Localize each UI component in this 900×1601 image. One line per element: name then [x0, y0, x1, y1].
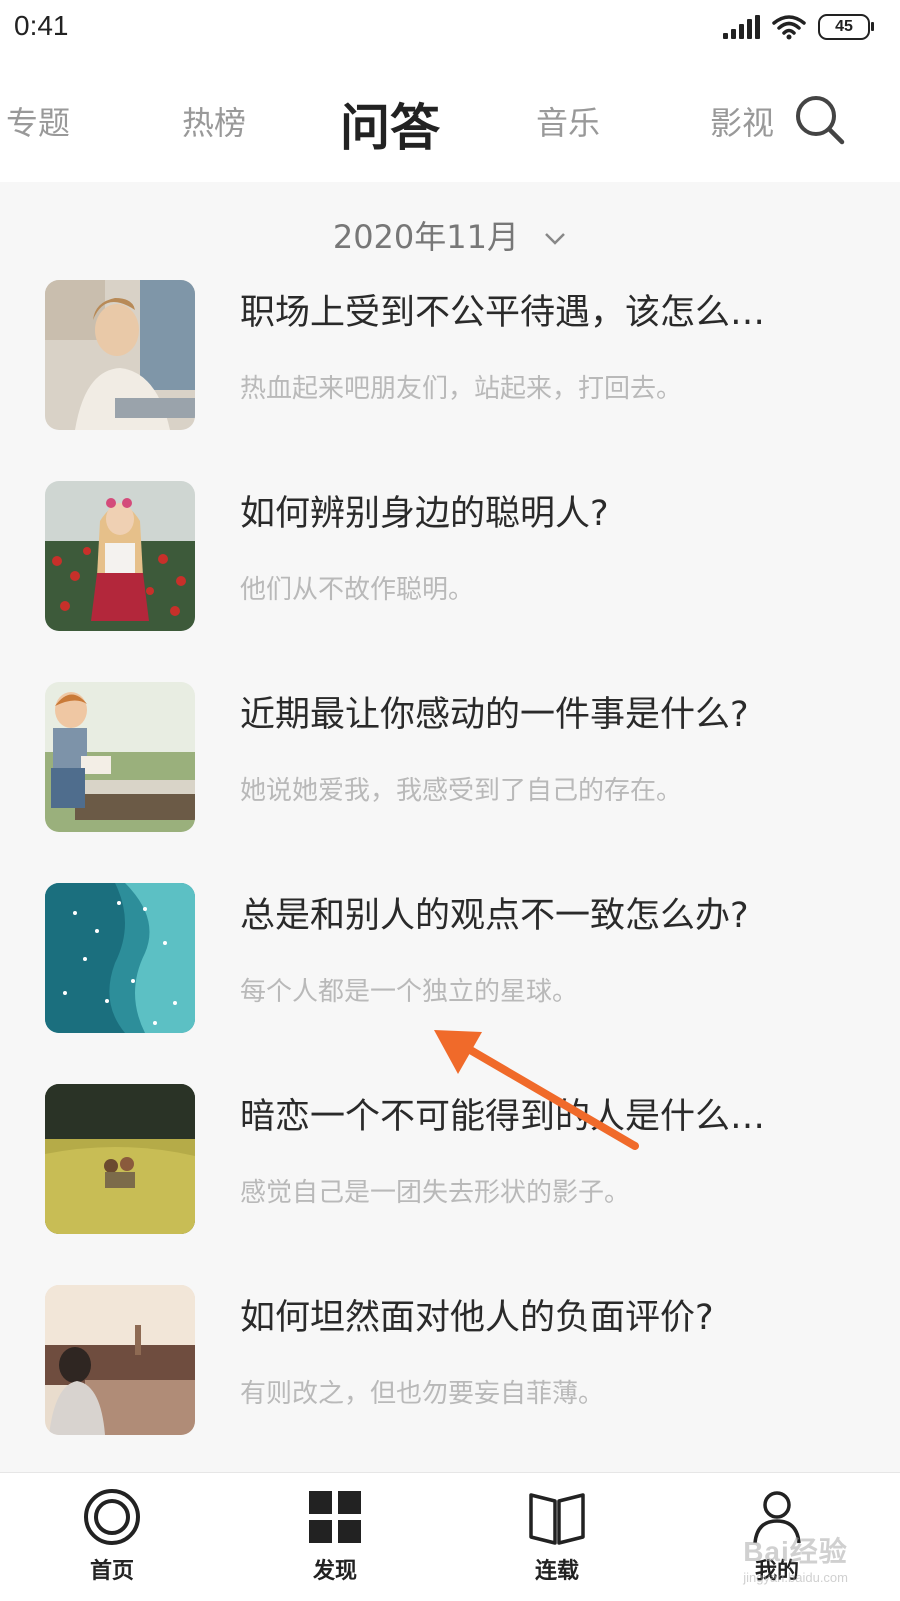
thumbnail-woman-city	[45, 1285, 195, 1435]
wifi-icon	[772, 15, 806, 40]
question-title[interactable]: 职场上受到不公平待遇，该怎么…	[240, 284, 840, 335]
tab-film[interactable]: 影视	[710, 98, 774, 144]
nav-serial-label: 连载	[534, 1559, 579, 1584]
status-icons: 45	[723, 14, 874, 40]
month-selector[interactable]: 2020年11月	[0, 212, 900, 258]
list-item[interactable]: 总是和别人的观点不一致怎么办? 每个人都是一个独立的星球。	[0, 883, 900, 1033]
question-subtitle: 有则改之，但也勿要妄自菲薄。	[240, 1379, 605, 1409]
status-bar: 0:41 45	[0, 0, 900, 62]
question-title[interactable]: 如何坦然面对他人的负面评价?	[240, 1289, 840, 1340]
book-icon	[529, 1493, 585, 1545]
watermark-text: Bai经验	[743, 1536, 848, 1567]
thumbnail-girl-flowers	[45, 481, 195, 631]
list-item[interactable]: 如何坦然面对他人的负面评价? 有则改之，但也勿要妄自菲薄。	[0, 1285, 900, 1435]
thumbnail-boy-bench	[45, 682, 195, 832]
question-subtitle: 每个人都是一个独立的星球。	[240, 977, 579, 1007]
search-icon[interactable]	[792, 92, 848, 148]
battery-level: 45	[835, 18, 853, 35]
thumbnail-aerial-sea	[45, 883, 195, 1033]
thumbnail-couple-field	[45, 1084, 195, 1234]
chevron-down-icon	[545, 233, 566, 245]
nav-home[interactable]: 首页	[57, 1487, 167, 1585]
question-subtitle: 感觉自己是一团失去形状的影子。	[240, 1178, 631, 1208]
list-item[interactable]: 职场上受到不公平待遇，该怎么… 热血起来吧朋友们，站起来，打回去。	[0, 280, 900, 430]
nav-serial[interactable]: 连载	[502, 1487, 612, 1585]
nav-discover[interactable]: 发现	[280, 1487, 390, 1585]
list-item[interactable]: 如何辨别身边的聪明人? 他们从不故作聪明。	[0, 481, 900, 631]
nav-discover-label: 发现	[312, 1559, 357, 1584]
nav-home-label: 首页	[89, 1559, 134, 1584]
watermark: Bai经验 jingyan.baidu.com	[743, 1530, 848, 1585]
question-title[interactable]: 近期最让你感动的一件事是什么?	[240, 686, 840, 737]
tab-qa[interactable]: 问答	[340, 88, 440, 160]
grid-icon	[309, 1491, 361, 1543]
question-title[interactable]: 总是和别人的观点不一致怎么办?	[240, 887, 840, 938]
question-subtitle: 热血起来吧朋友们，站起来，打回去。	[240, 374, 683, 404]
thumbnail-woman-laptop	[45, 280, 195, 430]
annotation-arrow	[434, 1030, 639, 1150]
question-feed: 2020年11月 职场上受到不公平待遇，该怎么… 热血起来吧朋友们，站起来，打回…	[0, 182, 900, 1472]
tab-music[interactable]: 音乐	[536, 98, 600, 144]
question-title[interactable]: 如何辨别身边的聪明人?	[240, 485, 840, 536]
tab-hot-list[interactable]: 热榜	[182, 98, 246, 144]
battery-icon: 45	[818, 14, 874, 40]
top-tab-bar: 专题 热榜 问答 音乐 影视	[0, 62, 900, 182]
list-item[interactable]: 近期最让你感动的一件事是什么? 她说她爱我，我感受到了自己的存在。	[0, 682, 900, 832]
tab-topics[interactable]: 专题	[6, 98, 70, 144]
signal-icon	[723, 15, 760, 39]
status-time: 0:41	[14, 10, 69, 41]
watermark-url: jingyan.baidu.com	[743, 1570, 848, 1585]
month-label: 2020年11月	[332, 218, 519, 256]
question-subtitle: 他们从不故作聪明。	[240, 575, 475, 605]
home-ring-icon	[84, 1489, 140, 1545]
question-subtitle: 她说她爱我，我感受到了自己的存在。	[240, 776, 683, 806]
